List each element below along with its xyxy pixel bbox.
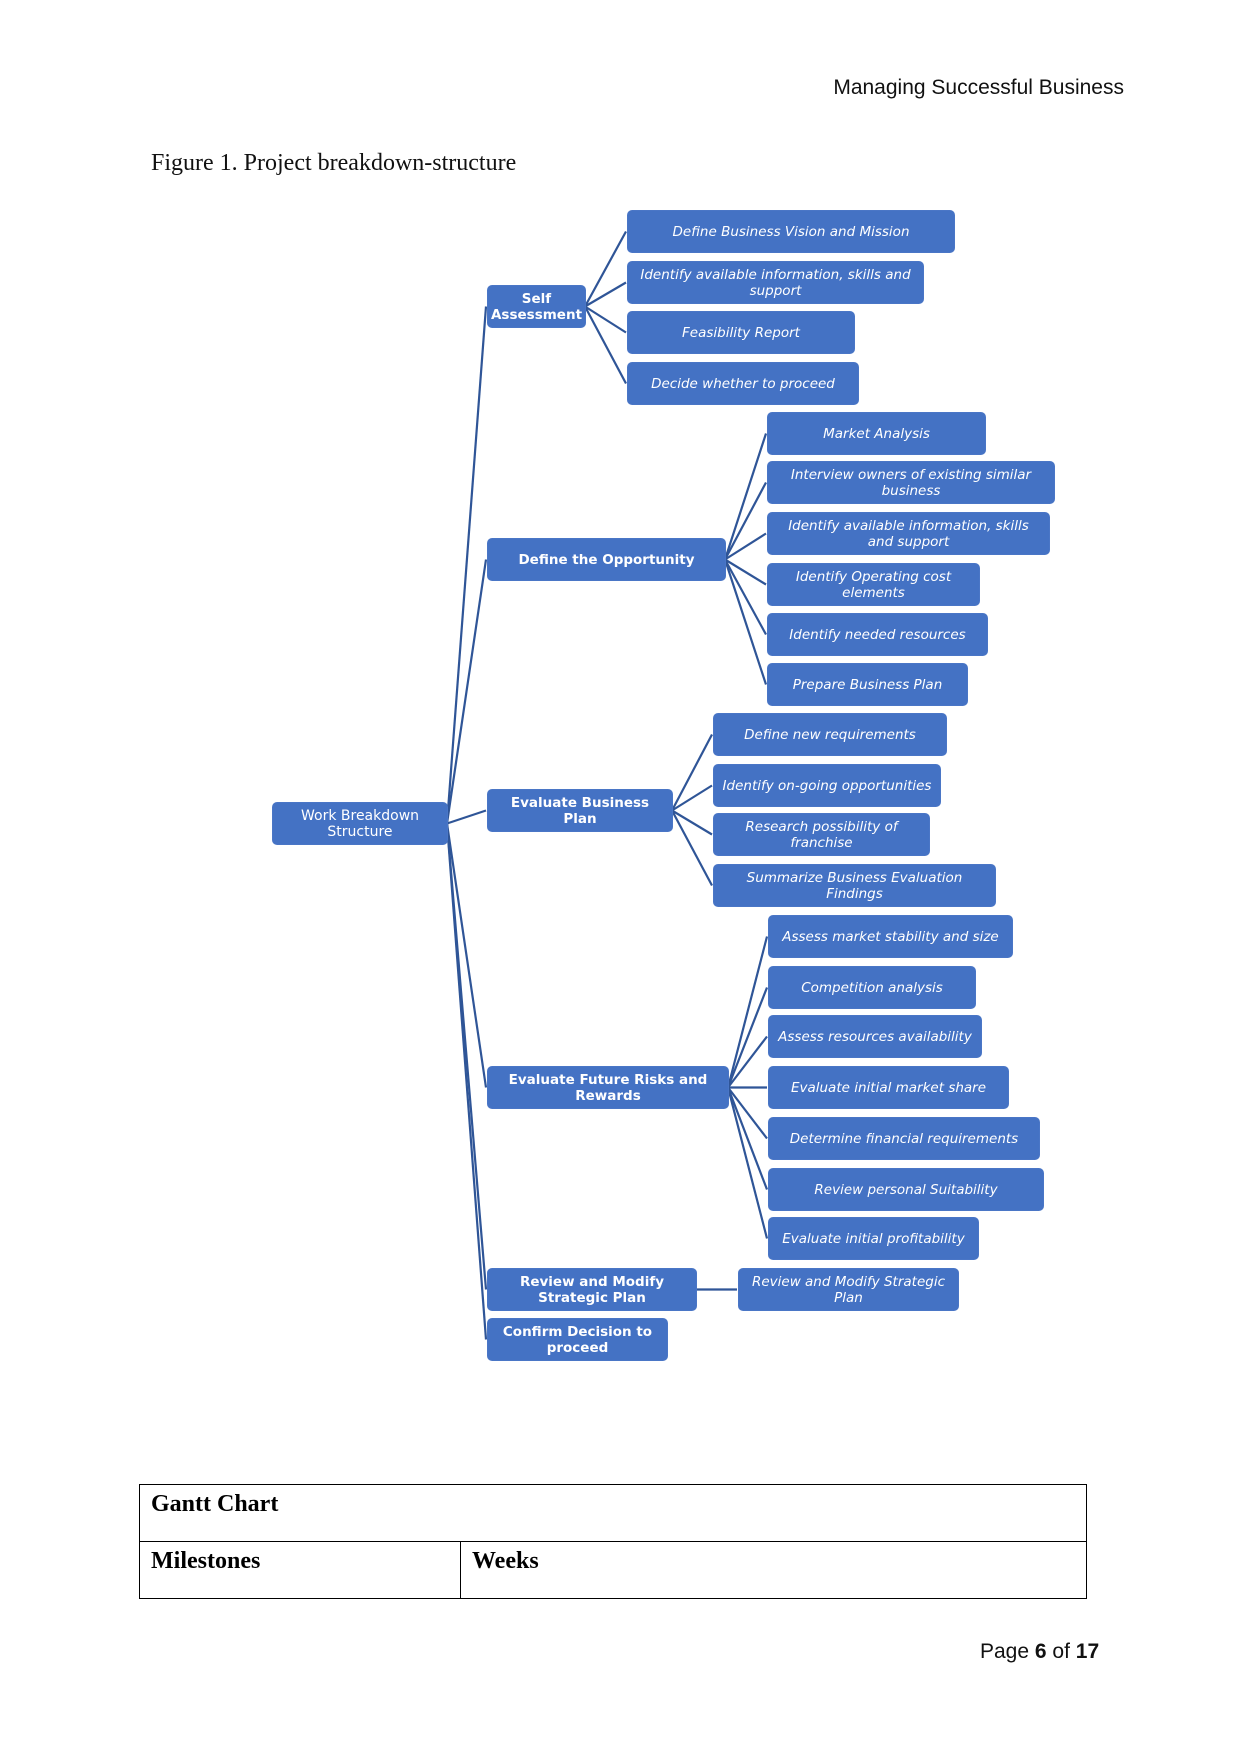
connector-phase-to-task (726, 936, 769, 1088)
wbs-task-competition-analysis: Competition analysis (769, 967, 975, 1008)
wbs-task-assess-market-stability-and-size: Assess market stability and size (769, 916, 1012, 957)
connector-root-to-phase (445, 823, 488, 1340)
wbs-task-review-personal-suitability: Review personal Suitability (769, 1169, 1043, 1210)
wbs-task-identify-available-information-skills-and-support: Identify available information, skills a… (628, 262, 923, 303)
wbs-task-identify-available-information-skills-and-support: Identify available information, skills a… (768, 513, 1049, 554)
connector-root-to-phase (445, 559, 488, 824)
gantt-col-milestones: Milestones (139, 1541, 461, 1599)
wbs-phase-define-the-opportunity: Define the Opportunity (488, 539, 725, 580)
wbs-task-identify-on-going-opportunities: Identify on-going opportunities (714, 765, 940, 806)
connector-phase-to-task (726, 987, 769, 1088)
wbs-phase-evaluate-business-plan: Evaluate Business Plan (488, 790, 672, 831)
wbs-task-evaluate-initial-profitability: Evaluate initial profitability (769, 1218, 978, 1259)
wbs-task-evaluate-initial-market-share: Evaluate initial market share (769, 1067, 1008, 1108)
page-of: of (1052, 1640, 1070, 1663)
gantt-table: Gantt Chart Milestones Weeks (139, 1484, 1087, 1599)
wbs-task-prepare-business-plan: Prepare Business Plan (768, 664, 967, 705)
wbs-task-market-analysis: Market Analysis (768, 413, 985, 454)
connector-root-to-phase (446, 809, 487, 825)
wbs-task-determine-financial-requirements: Determine financial requirements (769, 1118, 1039, 1159)
wbs-phase-confirm-decision-to-proceed: Confirm Decision to proceed (488, 1319, 667, 1360)
wbs-task-define-business-vision-and-mission: Define Business Vision and Mission (628, 211, 954, 252)
wbs-task-define-new-requirements: Define new requirements (714, 714, 946, 755)
wbs-phase-evaluate-future-risks-and-rewards: Evaluate Future Risks and Rewards (488, 1067, 728, 1108)
wbs-task-identify-needed-resources: Identify needed resources (768, 614, 987, 655)
page-prefix: Page (980, 1640, 1030, 1663)
connector-phase-to-task (726, 1087, 769, 1239)
wbs-task-feasibility-report: Feasibility Report (628, 312, 854, 353)
connector-phase-to-task (723, 433, 768, 560)
gantt-col-weeks: Weeks (460, 1541, 1087, 1599)
connector-phase-to-task (584, 305, 627, 385)
wbs-task-summarize-business-evaluation-findings: Summarize Business Evaluation Findings (714, 865, 995, 906)
page-number: Page 6 of 17 (980, 1640, 1099, 1664)
wbs-root-node: Work Breakdown Structure (273, 803, 447, 844)
current-page: 6 (1034, 1640, 1047, 1663)
total-pages: 17 (1075, 1640, 1100, 1663)
wbs-phase-review-and-modify-strategic-plan: Review and Modify Strategic Plan (488, 1269, 696, 1310)
gantt-title: Gantt Chart (139, 1484, 1087, 1542)
wbs-task-identify-operating-cost-elements: Identify Operating cost elements (768, 564, 979, 605)
wbs-task-review-and-modify-strategic-plan: Review and Modify Strategic Plan (739, 1269, 958, 1310)
wbs-task-decide-whether-to-proceed: Decide whether to proceed (628, 363, 858, 404)
connector-root-to-phase (445, 306, 488, 824)
wbs-task-research-possibility-of-franchise: Research possibility of franchise (714, 814, 929, 855)
connector-phase-to-task (726, 1087, 769, 1190)
wbs-task-interview-owners-of-existing-similar-business: Interview owners of existing similar bus… (768, 462, 1054, 503)
wbs-phase-self-assessment: Self Assessment (488, 286, 585, 327)
wbs-task-assess-resources-availability: Assess resources availability (769, 1016, 981, 1057)
